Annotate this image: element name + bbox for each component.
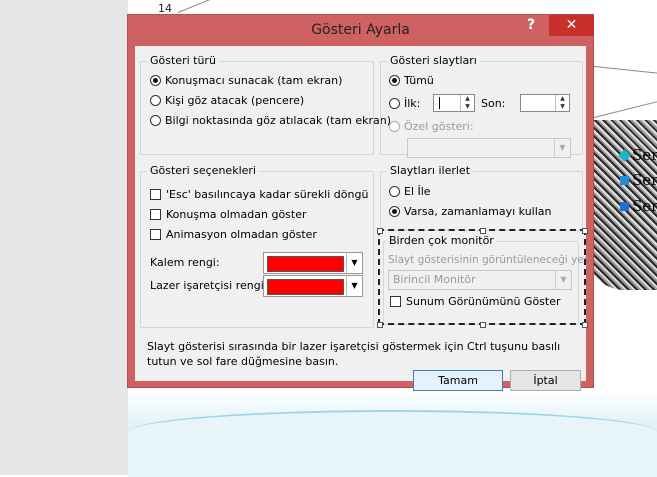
pen-color-label: Kalem rengi: bbox=[150, 256, 220, 269]
check-loop-label: 'Esc' basılıncaya kadar sürekli döngü bbox=[166, 188, 369, 201]
radio-presenter-indicator[interactable] bbox=[150, 75, 161, 86]
ok-button[interactable]: Tamam bbox=[413, 370, 503, 391]
radio-all-indicator[interactable] bbox=[389, 75, 400, 86]
check-no-animation-box[interactable] bbox=[150, 229, 161, 240]
check-no-narration-label: Konuşma olmadan göster bbox=[166, 208, 307, 221]
laser-color-picker[interactable]: ▼ bbox=[263, 275, 363, 297]
slide-wave-decoration-2 bbox=[128, 410, 657, 477]
selection-handle[interactable] bbox=[480, 228, 486, 234]
text-caret bbox=[439, 97, 440, 109]
show-slides-label: Gösteri slaytları bbox=[387, 54, 480, 67]
show-type-label: Gösteri türü bbox=[147, 54, 219, 67]
spin-down-icon[interactable]: ▼ bbox=[461, 103, 474, 111]
laser-pointer-hint: Slayt gösterisi sırasında bir lazer işar… bbox=[147, 340, 561, 368]
selection-handle[interactable] bbox=[480, 322, 486, 328]
selection-handle[interactable] bbox=[377, 228, 383, 234]
slide-bullet: Ser bbox=[618, 146, 657, 164]
radio-kiosk-indicator[interactable] bbox=[150, 115, 161, 126]
radio-custom-show[interactable]: Özel gösteri: bbox=[389, 120, 474, 133]
spin-up-icon[interactable]: ▲ bbox=[461, 95, 474, 103]
show-options-label: Gösteri seçenekleri bbox=[147, 164, 259, 177]
laser-color-label: Lazer işaretçisi rengi: bbox=[150, 279, 268, 292]
spin-up-icon[interactable]: ▲ bbox=[556, 95, 569, 103]
radio-manual[interactable]: El İle bbox=[389, 185, 431, 198]
radio-all-label: Tümü bbox=[404, 74, 434, 87]
bullet-diamond-icon bbox=[618, 149, 631, 162]
check-no-animation[interactable]: Animasyon olmadan göster bbox=[150, 228, 317, 241]
show-slides-group: Gösteri slaytları Tümü İlk: ▲▼ Son: ▲▼ bbox=[380, 54, 583, 158]
radio-presenter[interactable]: Konuşmacı sunacak (tam ekran) bbox=[150, 74, 342, 87]
radio-all-slides[interactable]: Tümü bbox=[389, 74, 434, 87]
from-slide-spinner[interactable]: ▲ ▼ bbox=[433, 94, 475, 112]
show-options-group: Gösteri seçenekleri 'Esc' basılıncaya ka… bbox=[140, 164, 374, 328]
help-button[interactable]: ? bbox=[518, 17, 544, 37]
advance-slides-group: Slaytları ilerlet El İle Varsa, zamanlam… bbox=[380, 164, 583, 231]
pen-color-picker[interactable]: ▼ bbox=[263, 252, 363, 274]
selection-handle[interactable] bbox=[582, 228, 588, 234]
slide-pane bbox=[0, 0, 128, 475]
dialog-titlebar[interactable]: Gösteri Ayarla ? ✕ bbox=[128, 15, 594, 46]
check-no-narration[interactable]: Konuşma olmadan göster bbox=[150, 208, 307, 221]
chevron-down-icon: ▼ bbox=[346, 276, 362, 296]
radio-manual-label: El İle bbox=[404, 185, 431, 198]
radio-individual-label: Kişi göz atacak (pencere) bbox=[165, 94, 305, 107]
close-button[interactable]: ✕ bbox=[549, 15, 594, 36]
dialog-client: Gösteri türü Konuşmacı sunacak (tam ekra… bbox=[135, 46, 591, 391]
slide-bullet: Ser bbox=[620, 197, 657, 215]
selection-handle[interactable] bbox=[582, 322, 588, 328]
radio-range-indicator[interactable] bbox=[389, 98, 400, 109]
radio-range[interactable]: İlk: bbox=[389, 97, 420, 110]
custom-show-label: Özel gösteri: bbox=[404, 120, 474, 133]
slide-bullet: Ser bbox=[620, 171, 657, 189]
bullet-square-icon bbox=[620, 176, 629, 185]
check-loop[interactable]: 'Esc' basılıncaya kadar sürekli döngü bbox=[150, 188, 368, 201]
radio-presenter-label: Konuşmacı sunacak (tam ekran) bbox=[165, 74, 343, 87]
chevron-down-icon: ▼ bbox=[554, 139, 570, 157]
spin-down-icon[interactable]: ▼ bbox=[556, 103, 569, 111]
laser-color-swatch bbox=[267, 279, 344, 295]
radio-custom-indicator[interactable] bbox=[389, 121, 400, 132]
chevron-down-icon: ▼ bbox=[346, 253, 362, 273]
cancel-button[interactable]: İptal bbox=[510, 370, 581, 391]
advance-slides-label: Slaytları ilerlet bbox=[387, 164, 474, 177]
radio-kiosk[interactable]: Bilgi noktasında göz atılacak (tam ekran… bbox=[150, 114, 391, 127]
check-no-animation-label: Animasyon olmadan göster bbox=[166, 228, 317, 241]
range-from-label: İlk: bbox=[404, 97, 421, 110]
pen-color-swatch bbox=[267, 256, 344, 272]
to-slide-spinner[interactable]: ▲ ▼ bbox=[520, 94, 570, 112]
radio-use-timings[interactable]: Varsa, zamanlamayı kullan bbox=[389, 205, 552, 218]
radio-manual-indicator[interactable] bbox=[389, 186, 400, 197]
radio-kiosk-label: Bilgi noktasında göz atılacak (tam ekran… bbox=[165, 114, 392, 127]
check-no-narration-box[interactable] bbox=[150, 209, 161, 220]
show-type-group: Gösteri türü Konuşmacı sunacak (tam ekra… bbox=[140, 54, 391, 155]
custom-show-select[interactable]: ▼ bbox=[407, 138, 571, 158]
radio-timings-indicator[interactable] bbox=[389, 206, 400, 217]
selection-handle[interactable] bbox=[377, 322, 383, 328]
radio-individual[interactable]: Kişi göz atacak (pencere) bbox=[150, 94, 304, 107]
radio-timings-label: Varsa, zamanlamayı kullan bbox=[404, 205, 552, 218]
radio-individual-indicator[interactable] bbox=[150, 95, 161, 106]
setup-show-dialog: Gösteri Ayarla ? ✕ Gösteri türü Konuşmac… bbox=[127, 14, 594, 391]
range-to-label: Son: bbox=[481, 97, 506, 110]
selection-outline bbox=[378, 229, 586, 325]
bullet-square-icon bbox=[620, 202, 629, 211]
check-loop-box[interactable] bbox=[150, 189, 161, 200]
